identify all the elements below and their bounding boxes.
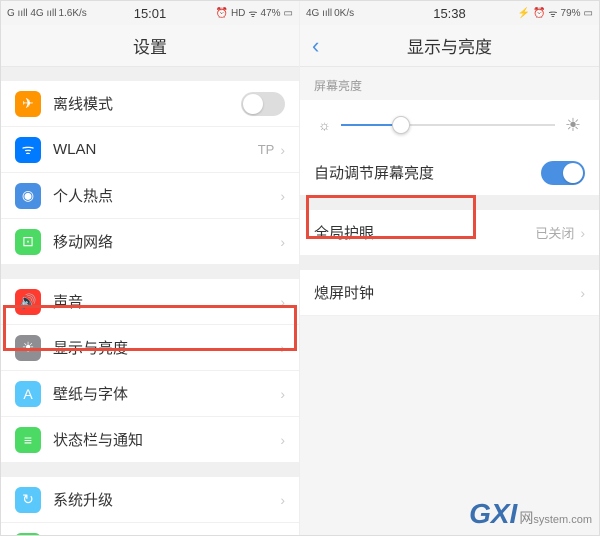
hotspot-icon: ◉ <box>15 183 41 209</box>
wifi-settings-icon: ᯤ <box>15 137 41 163</box>
mobile-network-icon: ⊡ <box>15 229 41 255</box>
brightness-slider-row: ☼ ☀ <box>300 100 599 150</box>
row-label: 熄屏时钟 <box>314 282 580 303</box>
network-speed: 1.6K/s <box>58 8 86 19</box>
row-label: 个人热点 <box>53 185 280 206</box>
wifi-icon: ᯤ <box>548 6 557 20</box>
row-label: 自动调节屏幕亮度 <box>314 162 541 183</box>
row-label: 声音 <box>53 291 280 312</box>
bluetooth-icon: ⚡ <box>517 8 529 19</box>
battery-icon: ▭ <box>284 8 293 19</box>
brightness-icon: ☀ <box>15 335 41 361</box>
battery-pct: 79% <box>561 8 581 19</box>
phone-icon: ✆ <box>15 533 41 536</box>
display-header: ‹ 显示与亮度 <box>300 25 599 67</box>
row-standby-clock[interactable]: 熄屏时钟 › <box>300 270 599 316</box>
settings-screen: G ııll 4G ııll 1.6K/s 15:01 ⏰ HD ᯤ 47% ▭… <box>1 1 300 535</box>
watermark-brand: GXI <box>469 498 517 530</box>
airplane-icon: ✈ <box>15 91 41 117</box>
wlan-value: TP <box>258 142 275 157</box>
status-bar-left: G ııll 4G ııll 1.6K/s 15:01 ⏰ HD ᯤ 47% ▭ <box>1 1 299 25</box>
alarm-icon: ⏰ <box>533 8 545 19</box>
row-airplane-mode[interactable]: ✈ 离线模式 <box>1 81 299 127</box>
row-label: 离线模式 <box>53 93 241 114</box>
carrier-signal: G ııll 4G ııll <box>7 8 56 19</box>
row-label: 显示与亮度 <box>53 337 280 358</box>
display-brightness-screen: 4G ııll 0K/s 15:38 ⚡ ⏰ ᯤ 79% ▭ ‹ 显示与亮度 屏… <box>300 1 599 535</box>
row-auto-brightness[interactable]: 自动调节屏幕亮度 <box>300 150 599 196</box>
chevron-icon: › <box>580 285 585 301</box>
chevron-icon: › <box>580 225 585 241</box>
wallpaper-icon: A <box>15 381 41 407</box>
chevron-icon: › <box>280 294 285 310</box>
battery-icon: ▭ <box>584 8 593 19</box>
row-label: 壁纸与字体 <box>53 383 280 404</box>
row-hotspot[interactable]: ◉ 个人热点 › <box>1 173 299 219</box>
row-statusbar-notif[interactable]: ≡ 状态栏与通知 › <box>1 417 299 463</box>
statusbar-icon: ≡ <box>15 427 41 453</box>
airplane-toggle[interactable] <box>241 92 285 116</box>
sun-small-icon: ☼ <box>318 117 331 133</box>
sound-icon: 🔊 <box>15 289 41 315</box>
brightness-section-label: 屏幕亮度 <box>300 67 599 100</box>
row-phone[interactable]: ✆ 电话 › <box>1 523 299 535</box>
chevron-icon: › <box>280 234 285 250</box>
status-bar-right: 4G ııll 0K/s 15:38 ⚡ ⏰ ᯤ 79% ▭ <box>300 1 599 25</box>
slider-thumb[interactable] <box>392 116 410 134</box>
carrier-signal: 4G ııll <box>306 8 332 19</box>
battery-pct: 47% <box>261 8 281 19</box>
wifi-icon: ᯤ <box>248 6 257 20</box>
chevron-icon: › <box>280 492 285 508</box>
row-eye-care[interactable]: 全局护眼 已关闭 › <box>300 210 599 256</box>
row-display-brightness[interactable]: ☀ 显示与亮度 › <box>1 325 299 371</box>
row-sound[interactable]: 🔊 声音 › <box>1 279 299 325</box>
chevron-icon: › <box>280 432 285 448</box>
row-label: 状态栏与通知 <box>53 429 280 450</box>
back-button[interactable]: ‹ <box>312 33 319 59</box>
row-wlan[interactable]: ᯤ WLAN TP › <box>1 127 299 173</box>
row-label: WLAN <box>53 141 258 158</box>
chevron-icon: › <box>280 188 285 204</box>
watermark-suffix: 网 <box>519 508 533 528</box>
update-icon: ↻ <box>15 487 41 513</box>
row-mobile-network[interactable]: ⊡ 移动网络 › <box>1 219 299 265</box>
chevron-icon: › <box>280 142 285 158</box>
chevron-icon: › <box>280 386 285 402</box>
sun-large-icon: ☀ <box>565 115 581 136</box>
watermark: GXI 网 system.com <box>469 498 592 530</box>
row-label: 全局护眼 <box>314 222 535 243</box>
hd-icon: HD <box>231 8 245 19</box>
settings-header: 设置 <box>1 25 299 67</box>
row-label: 系统升级 <box>53 489 280 510</box>
row-system-update[interactable]: ↻ 系统升级 › <box>1 477 299 523</box>
network-speed: 0K/s <box>334 8 354 19</box>
status-time: 15:38 <box>433 6 466 21</box>
watermark-domain: system.com <box>533 514 592 526</box>
page-title: 设置 <box>133 33 167 58</box>
row-label: 移动网络 <box>53 231 280 252</box>
eye-care-value: 已关闭 <box>535 223 574 242</box>
row-wallpaper-fonts[interactable]: A 壁纸与字体 › <box>1 371 299 417</box>
chevron-icon: › <box>280 340 285 356</box>
alarm-icon: ⏰ <box>215 8 227 19</box>
status-time: 15:01 <box>134 6 167 21</box>
brightness-slider[interactable] <box>341 124 555 126</box>
auto-brightness-toggle[interactable] <box>541 161 585 185</box>
page-title: 显示与亮度 <box>407 33 492 58</box>
